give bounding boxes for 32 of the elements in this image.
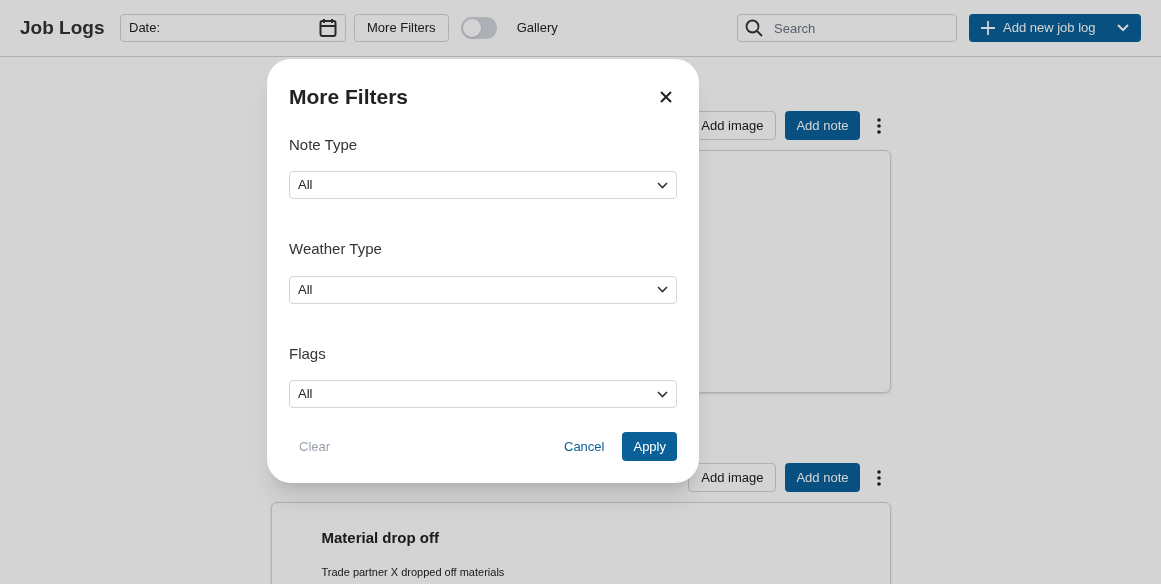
more-options-icon[interactable]	[876, 469, 881, 486]
chevron-down-icon	[657, 390, 668, 398]
chevron-down-icon	[1117, 24, 1129, 32]
filter-select[interactable]: All	[289, 275, 677, 304]
dialog-title: More Filters	[289, 84, 409, 110]
filter-select[interactable]: All	[289, 380, 677, 408]
add-job-log-button[interactable]: Add new job log	[969, 14, 1141, 42]
date-field[interactable]: Date:	[120, 14, 346, 42]
cancel-button[interactable]: Cancel	[556, 432, 613, 461]
chevron-down-icon	[657, 181, 668, 189]
more-options-icon[interactable]	[876, 117, 881, 134]
calendar-icon	[319, 18, 337, 38]
close-icon[interactable]	[660, 90, 672, 103]
filter-select[interactable]: All	[289, 171, 677, 199]
page-title: Job Logs	[20, 15, 106, 40]
plus-icon	[981, 21, 995, 35]
filter-label: Weather Type	[289, 239, 383, 259]
filter-label: Note Type	[289, 134, 359, 155]
filter-label: Flags	[289, 343, 327, 364]
chevron-down-icon	[657, 286, 668, 293]
gallery-toggle[interactable]	[460, 17, 497, 39]
gallery-label: Gallery	[516, 19, 558, 38]
more-filters-button[interactable]: More Filters	[354, 14, 449, 42]
search-icon	[745, 19, 763, 37]
log-title: Material drop off	[321, 528, 440, 548]
add-note-button[interactable]: Add note	[785, 463, 860, 492]
apply-button[interactable]: Apply	[622, 432, 677, 461]
date-label: Date:	[129, 19, 161, 38]
add-note-button[interactable]: Add note	[785, 111, 860, 140]
add-image-button[interactable]: Add image	[688, 463, 777, 492]
search-field[interactable]: Search	[737, 14, 957, 42]
log-text: Trade partner X dropped off materials	[321, 564, 506, 580]
